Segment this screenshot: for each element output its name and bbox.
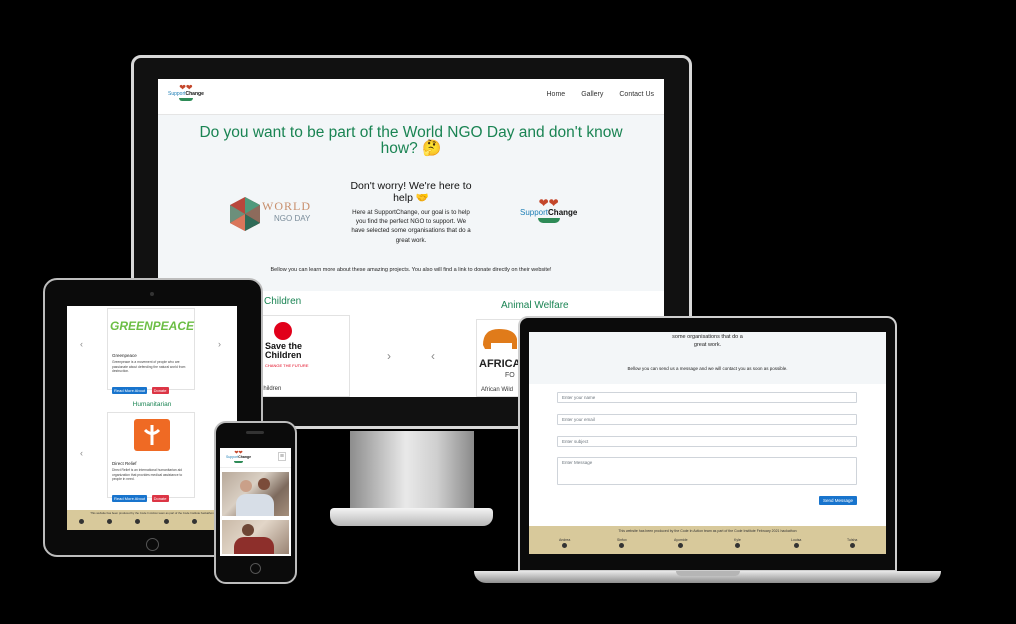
- nav-contact[interactable]: Contact Us: [617, 91, 656, 98]
- team-member[interactable]: Andrea: [559, 538, 570, 548]
- hand-icon: [537, 218, 560, 223]
- monitor-stand: [350, 431, 474, 515]
- github-icon[interactable]: [78, 518, 84, 524]
- menu-toggle-icon[interactable]: ≡: [277, 452, 286, 461]
- greenpeace-logo: GREENPEACE: [110, 319, 195, 333]
- greenpeace-card: GREENPEACE Greenpeace Greenpeace is a mo…: [107, 308, 195, 394]
- contact-intro-section: some organisations that do a great work. …: [529, 332, 886, 384]
- tablet-footer: This website has been produced by the Co…: [67, 510, 237, 530]
- github-icon[interactable]: [163, 518, 169, 524]
- donate-button[interactable]: Donate: [151, 387, 169, 394]
- phone-speaker: [246, 431, 264, 434]
- supportchange-logo[interactable]: ❤❤ SupportChange: [226, 451, 251, 463]
- category-children: Children: [264, 296, 302, 307]
- team-member[interactable]: Kyle: [734, 538, 741, 548]
- tablet-screen: GREENPEACE Greenpeace Greenpeace is a mo…: [67, 306, 237, 530]
- laptop-screen: some organisations that do a great work. …: [529, 332, 886, 554]
- donate-button[interactable]: Donate: [151, 495, 169, 502]
- team-member[interactable]: Sinfox: [617, 538, 627, 548]
- phone-navbar: ❤❤ SupportChange ≡: [220, 448, 291, 468]
- contact-intro-text: Bellow you can send us a message and we …: [627, 366, 788, 371]
- laptop-footer: This website has been produced by the Co…: [529, 526, 886, 554]
- message-field[interactable]: Enter Message: [557, 457, 857, 485]
- nav-links: Home Gallery Contact Us: [545, 91, 657, 98]
- github-icon: [619, 543, 625, 548]
- name-field[interactable]: Enter your name: [557, 392, 857, 403]
- github-icon: [734, 543, 740, 548]
- github-icon[interactable]: [191, 518, 197, 524]
- read-more-button[interactable]: Read More About: [112, 495, 148, 502]
- laptop-notch: [676, 571, 740, 576]
- nav-gallery[interactable]: Gallery: [579, 91, 605, 98]
- github-icon[interactable]: [135, 518, 141, 524]
- tablet-camera: [150, 292, 154, 296]
- save-the-children-logo-icon: [274, 322, 292, 340]
- device-mockup-stage: ❤❤ SupportChange Home Gallery Contact Us…: [0, 0, 1016, 624]
- carousel-prev-icon[interactable]: ‹: [80, 448, 83, 458]
- world-ngo-day-logo: WORLD NGO DAY: [226, 195, 326, 235]
- category-humanitarian: Humanitarian: [132, 401, 172, 408]
- team-member[interactable]: Ayomide: [674, 538, 688, 548]
- hand-icon: [234, 460, 244, 463]
- github-icon: [678, 543, 684, 548]
- gallery-photo: [222, 520, 289, 554]
- save-the-children-card: Save the Children CHANGE THE FUTURE Child…: [258, 315, 350, 397]
- direct-relief-logo-icon: [134, 419, 170, 451]
- carousel-prev-icon[interactable]: ‹: [80, 339, 83, 349]
- monitor-base: [330, 508, 493, 526]
- phone-screen: ❤❤ SupportChange ≡: [220, 448, 291, 556]
- gallery-photo: [222, 472, 289, 516]
- elephant-logo-icon: [483, 329, 517, 349]
- page-headline: Do you want to be part of the World NGO …: [199, 124, 623, 157]
- subject-field[interactable]: Enter subject: [557, 436, 857, 447]
- github-icon: [849, 543, 855, 548]
- category-animal-welfare: Animal Welfare: [501, 300, 569, 311]
- hand-icon: [178, 98, 193, 101]
- email-field[interactable]: Enter your email: [557, 414, 857, 425]
- tablet-home-button[interactable]: [146, 538, 159, 551]
- direct-relief-card: Direct Relief Direct Relief is an intern…: [107, 412, 195, 502]
- carousel-prev-icon[interactable]: ‹: [431, 349, 435, 363]
- navbar: ❤❤ SupportChange Home Gallery Contact Us: [158, 79, 664, 115]
- supportchange-logo[interactable]: ❤❤ SupportChange: [168, 84, 204, 101]
- send-message-button[interactable]: Send Message: [819, 496, 858, 505]
- nav-home[interactable]: Home: [545, 91, 568, 98]
- github-icon: [793, 543, 799, 548]
- github-icon: [562, 543, 568, 548]
- phone-home-button[interactable]: [250, 563, 261, 574]
- team-member[interactable]: Tulsha: [847, 538, 857, 548]
- hexagon-logo-icon: [230, 197, 260, 231]
- read-more-button[interactable]: Read More About: [112, 387, 148, 394]
- worry-heading: Don't worry! We're here to help 🤝: [350, 180, 472, 204]
- team-member[interactable]: Louisa: [791, 538, 801, 548]
- carousel-next-icon[interactable]: ›: [387, 349, 391, 363]
- carousel-next-icon[interactable]: ›: [218, 339, 221, 349]
- supportchange-logo-large: ❤❤ SupportChange: [520, 197, 577, 223]
- projects-intro: Bellow you can learn more about these am…: [270, 267, 552, 273]
- intro-text: Here at SupportChange, our goal is to he…: [351, 209, 471, 244]
- github-icon[interactable]: [106, 518, 112, 524]
